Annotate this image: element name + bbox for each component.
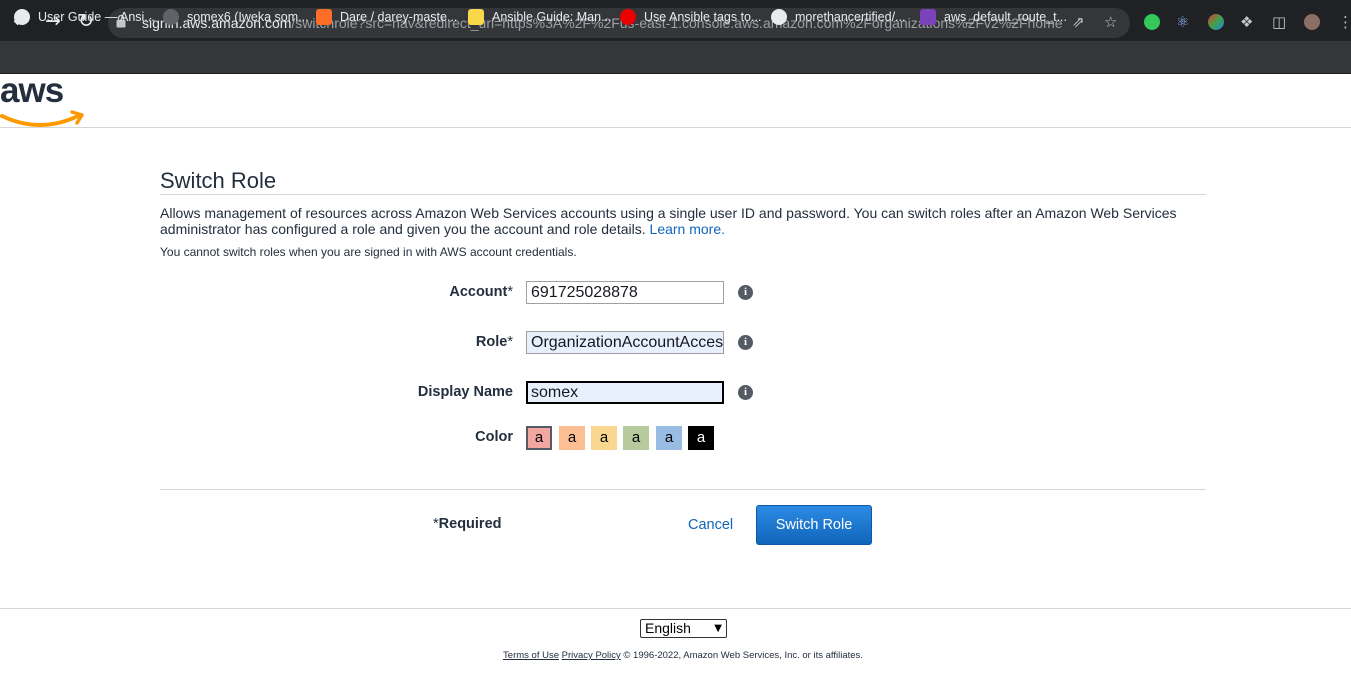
page-title: Switch Role bbox=[160, 168, 277, 193]
share-icon[interactable]: ⇗ bbox=[1072, 14, 1085, 30]
bookmark-label: Ansible Guide: Man... bbox=[492, 10, 612, 24]
bookmark-item[interactable]: Dare / darey-maste... bbox=[316, 8, 457, 26]
bookmark-item[interactable]: morethancertified/... bbox=[771, 8, 905, 26]
divider bbox=[160, 194, 1206, 195]
aws-logo[interactable]: aws bbox=[0, 72, 90, 128]
divider bbox=[0, 608, 1351, 609]
required-note: *Required bbox=[433, 516, 502, 532]
role-input[interactable]: OrganizationAccountAccessRole bbox=[526, 331, 724, 354]
required-mark: * bbox=[507, 334, 513, 350]
bookmark-item[interactable]: aws_default_route_t... bbox=[920, 8, 1067, 26]
role-label: Role* bbox=[313, 334, 513, 350]
globe-icon bbox=[14, 9, 30, 25]
info-icon[interactable]: i bbox=[738, 285, 753, 300]
avatar[interactable] bbox=[1304, 14, 1320, 30]
extension-icon[interactable] bbox=[1208, 14, 1224, 30]
color-swatch[interactable]: a bbox=[591, 426, 617, 450]
svg-text:aws: aws bbox=[0, 72, 64, 110]
color-swatch[interactable]: a bbox=[688, 426, 714, 450]
language-value: English bbox=[645, 620, 691, 636]
required-note-text: Required bbox=[438, 516, 502, 532]
color-swatch[interactable]: a bbox=[526, 426, 552, 450]
redhat-icon bbox=[620, 9, 636, 25]
bookmark-item[interactable]: Ansible Guide: Man... bbox=[468, 8, 612, 26]
color-swatch[interactable]: a bbox=[656, 426, 682, 450]
display-name-label: Display Name bbox=[417, 384, 513, 400]
bookmark-label: morethancertified/... bbox=[795, 10, 906, 24]
credentials-notice: You cannot switch roles when you are sig… bbox=[160, 245, 577, 259]
bookmark-label: Use Ansible tags to... bbox=[644, 10, 762, 24]
bookmark-item[interactable]: User Guide — Ansi... bbox=[14, 8, 155, 26]
learn-more-link[interactable]: Learn more. bbox=[650, 221, 725, 237]
switch-role-button[interactable]: Switch Role bbox=[756, 505, 872, 545]
account-label-text: Account bbox=[449, 284, 508, 300]
bookmark-label: User Guide — Ansi... bbox=[38, 10, 155, 24]
chevron-down-icon: ▼ bbox=[714, 623, 722, 634]
privacy-link[interactable]: Privacy Policy bbox=[562, 650, 621, 661]
bookmark-label: Dare / darey-maste... bbox=[340, 10, 458, 24]
account-label: Account* bbox=[313, 284, 513, 300]
extension-icon[interactable] bbox=[1144, 14, 1160, 30]
gitlab-icon bbox=[316, 9, 332, 25]
page-header bbox=[0, 74, 1351, 128]
cancel-link[interactable]: Cancel bbox=[688, 517, 733, 533]
bookmark-item[interactable]: Use Ansible tags to... bbox=[620, 8, 761, 26]
info-icon[interactable]: i bbox=[738, 385, 753, 400]
bookmark-label: aws_default_route_t... bbox=[944, 10, 1067, 24]
role-label-text: Role bbox=[475, 334, 508, 350]
footer-legal: Terms of Use Privacy Policy © 1996-2022,… bbox=[0, 650, 1351, 661]
bookmark-item[interactable]: somex6 (Iweka som... bbox=[163, 8, 309, 26]
color-swatch[interactable]: a bbox=[623, 426, 649, 450]
color-label: Color bbox=[475, 429, 513, 445]
required-mark: * bbox=[507, 284, 513, 300]
github-icon bbox=[163, 9, 179, 25]
terms-link[interactable]: Terms of Use bbox=[503, 650, 559, 661]
bookmarks-bar bbox=[0, 41, 1351, 74]
lightbulb-icon bbox=[468, 9, 484, 25]
display-name-input[interactable]: somex bbox=[526, 381, 724, 404]
language-select[interactable]: English ▼ bbox=[640, 619, 727, 638]
page-description: Allows management of resources across Am… bbox=[160, 205, 1200, 237]
react-devtools-icon[interactable]: ⚛ bbox=[1176, 14, 1189, 30]
puzzle-icon[interactable]: ❖ bbox=[1240, 14, 1253, 30]
info-icon[interactable]: i bbox=[738, 335, 753, 350]
terraform-icon bbox=[920, 9, 936, 25]
divider bbox=[160, 489, 1206, 490]
menu-icon[interactable]: ⋮ bbox=[1338, 14, 1351, 30]
bookmark-star-icon[interactable]: ☆ bbox=[1104, 14, 1117, 30]
color-swatch[interactable]: a bbox=[559, 426, 585, 450]
github-icon bbox=[771, 9, 787, 25]
side-panel-icon[interactable]: ◫ bbox=[1272, 14, 1286, 30]
bookmark-label: somex6 (Iweka som... bbox=[187, 10, 309, 24]
copyright-text: © 1996-2022, Amazon Web Services, Inc. o… bbox=[623, 650, 863, 661]
account-input[interactable]: 691725028878 bbox=[526, 281, 724, 304]
